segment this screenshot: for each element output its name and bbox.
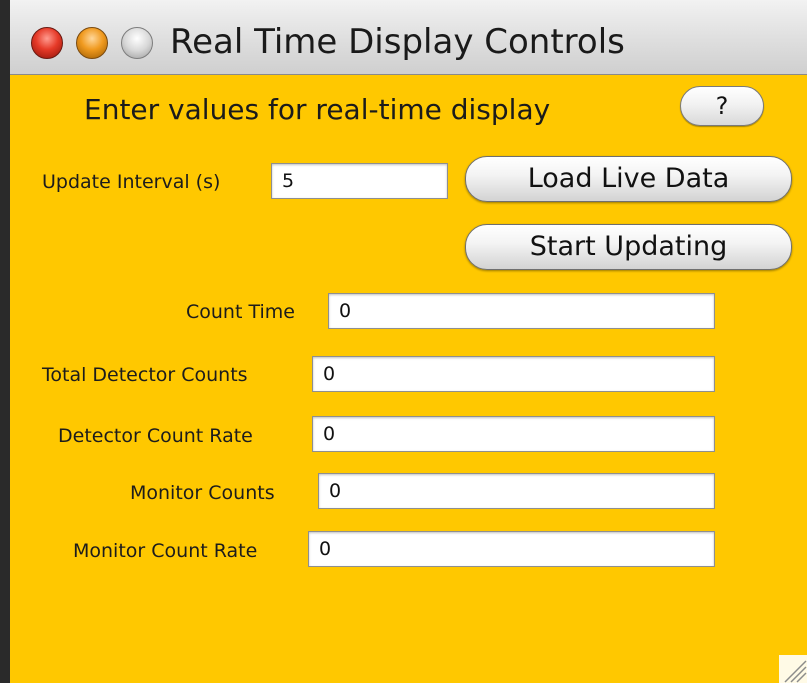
help-button[interactable]: ? — [680, 86, 764, 126]
count-time-label: Count Time — [186, 301, 295, 323]
close-icon[interactable] — [31, 27, 63, 59]
count-time-field[interactable]: 0 — [328, 293, 715, 329]
title-bar[interactable]: Real Time Display Controls — [10, 0, 807, 75]
detector-count-rate-label: Detector Count Rate — [58, 425, 253, 447]
window-title: Real Time Display Controls — [170, 22, 625, 62]
monitor-count-rate-label: Monitor Count Rate — [73, 540, 258, 562]
start-updating-button[interactable]: Start Updating — [465, 224, 792, 270]
update-interval-label: Update Interval (s) — [42, 171, 221, 193]
monitor-counts-field[interactable]: 0 — [318, 473, 715, 509]
resize-grip-icon[interactable] — [779, 655, 807, 683]
zoom-icon[interactable] — [121, 27, 153, 59]
total-detector-counts-label: Total Detector Counts — [42, 364, 248, 386]
minimize-icon[interactable] — [76, 27, 108, 59]
total-detector-counts-field[interactable]: 0 — [312, 356, 715, 392]
load-live-data-button[interactable]: Load Live Data — [465, 156, 792, 202]
detector-count-rate-field[interactable]: 0 — [312, 416, 715, 452]
update-interval-input[interactable]: 5 — [271, 163, 448, 199]
monitor-counts-label: Monitor Counts — [130, 482, 275, 504]
instructions-heading: Enter values for real-time display — [84, 93, 551, 126]
monitor-count-rate-field[interactable]: 0 — [308, 531, 715, 567]
real-time-display-window: Real Time Display Controls Enter values … — [0, 0, 807, 683]
